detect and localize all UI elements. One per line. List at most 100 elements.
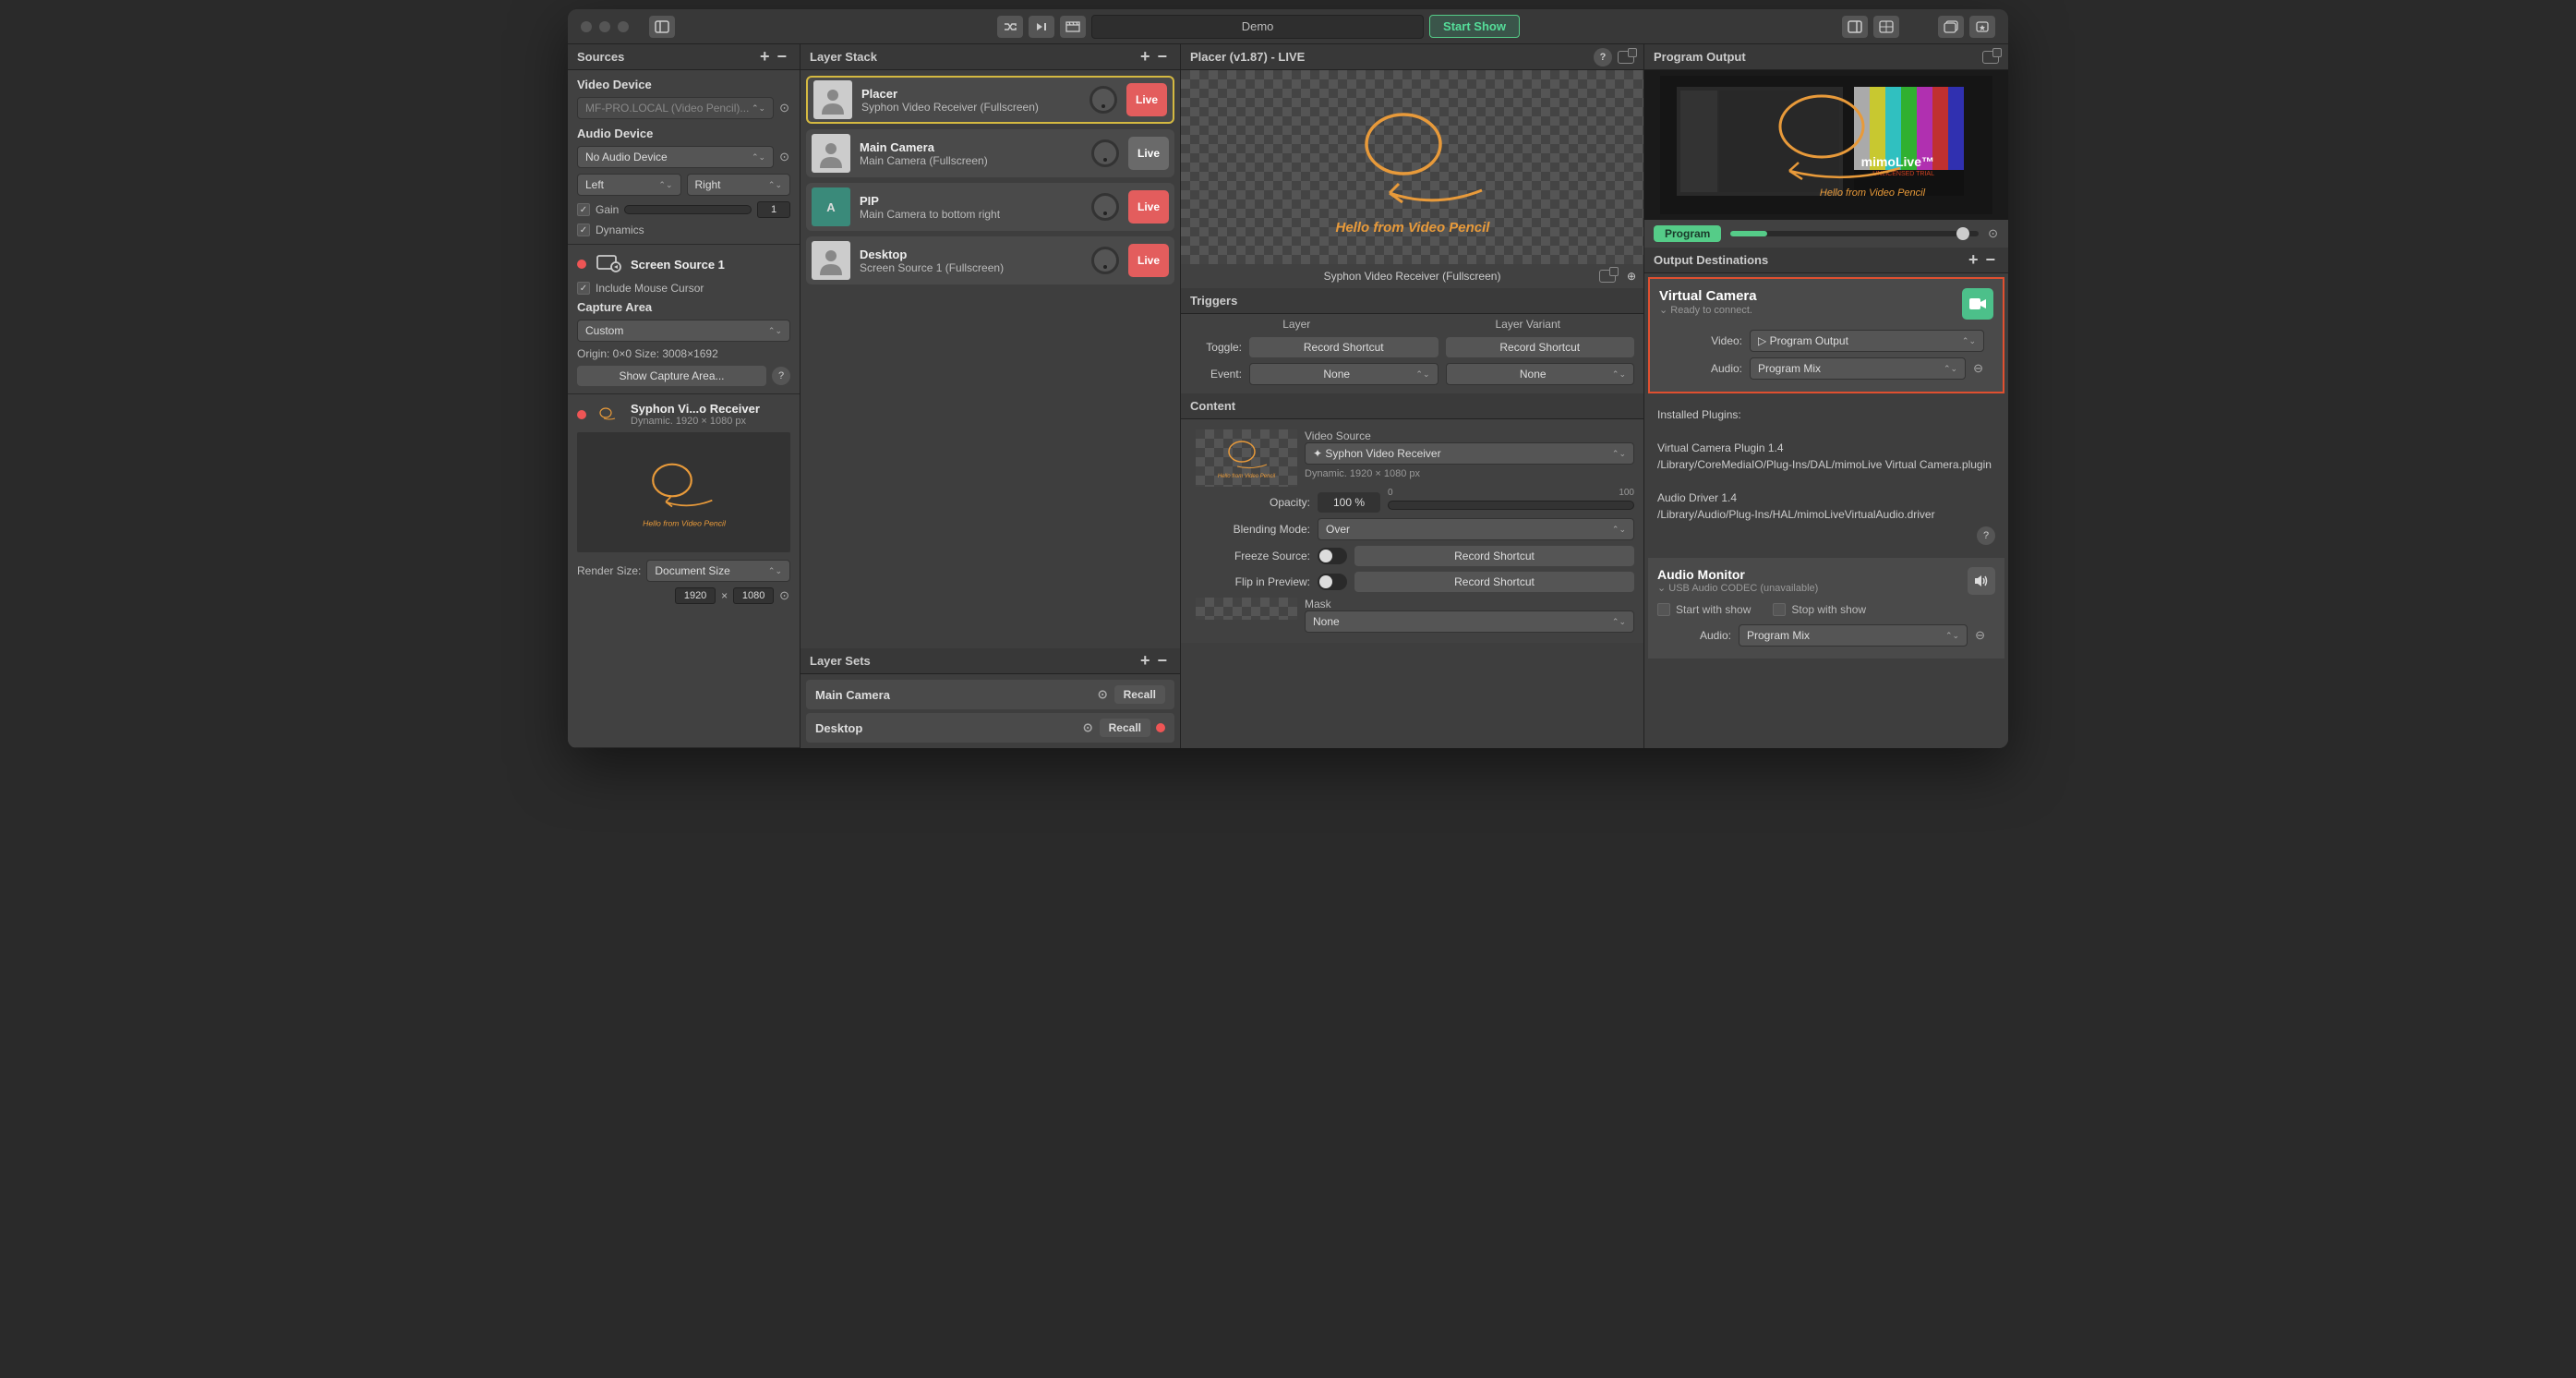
panel-icon-2[interactable] [1873, 16, 1899, 38]
help-icon[interactable]: ? [772, 367, 790, 385]
add-layer-button[interactable]: + [1137, 47, 1154, 66]
volume-knob-icon[interactable] [1089, 86, 1117, 114]
render-height[interactable] [733, 587, 774, 604]
show-capture-area-button[interactable]: Show Capture Area... [577, 366, 766, 386]
capture-area-select[interactable]: Custom⌃⌄ [577, 320, 790, 342]
layer-row[interactable]: DesktopScreen Source 1 (Fullscreen)Live [806, 236, 1174, 284]
video-source-select[interactable]: ✦ Syphon Video Receiver⌃⌄ [1305, 442, 1634, 465]
program-preview: mimoLive™ UNLICENSED TRIAL Hello from Vi… [1644, 70, 2008, 220]
volume-knob-icon[interactable] [1091, 139, 1119, 167]
volume-slider[interactable] [1730, 231, 1979, 236]
freeze-shortcut-button[interactable]: Record Shortcut [1354, 546, 1634, 566]
layer-set-row[interactable]: Main Camera⊙Recall [806, 680, 1174, 709]
gain-value[interactable] [757, 201, 790, 218]
popout-icon[interactable] [1982, 51, 1999, 64]
video-device-menu-icon[interactable]: ⊙ [779, 101, 790, 115]
recall-button[interactable]: Recall [1114, 685, 1165, 704]
panel-icon-1[interactable] [1842, 16, 1868, 38]
render-width[interactable] [675, 587, 716, 604]
audio-right-select[interactable]: Right⌃⌄ [687, 174, 791, 196]
speaker-icon[interactable] [1968, 567, 1995, 595]
recall-button[interactable]: Recall [1100, 719, 1150, 737]
render-size-select[interactable]: Document Size⌃⌄ [646, 560, 790, 582]
copy-icon[interactable] [1599, 270, 1616, 283]
mask-select[interactable]: None⌃⌄ [1305, 610, 1634, 633]
mask-label: Mask [1305, 598, 1634, 610]
opacity-value[interactable]: 100 % [1318, 492, 1380, 513]
panel-icon-3[interactable] [1938, 16, 1964, 38]
render-menu-icon[interactable]: ⊙ [779, 588, 790, 603]
vc-audio-label: Audio: [1668, 362, 1742, 375]
add-layerset-button[interactable]: + [1137, 651, 1154, 671]
remove-dest-button[interactable]: − [1981, 250, 1999, 270]
flip-shortcut-button[interactable]: Record Shortcut [1354, 572, 1634, 592]
toggle-shortcut-button[interactable]: Record Shortcut [1249, 337, 1438, 357]
start-show-button[interactable]: Start Show [1429, 15, 1520, 38]
opacity-slider[interactable] [1388, 501, 1634, 510]
layer-row[interactable]: PlacerSyphon Video Receiver (Fullscreen)… [806, 76, 1174, 124]
variant-toggle-shortcut-button[interactable]: Record Shortcut [1446, 337, 1635, 357]
shuffle-icon[interactable] [997, 16, 1023, 38]
flip-toggle[interactable] [1318, 574, 1347, 590]
freeze-toggle[interactable] [1318, 548, 1347, 564]
audio-device-select[interactable]: No Audio Device⌃⌄ [577, 146, 774, 168]
blending-select[interactable]: Over⌃⌄ [1318, 518, 1634, 540]
record-indicator-icon [577, 260, 586, 269]
output-menu-icon[interactable]: ⊙ [1988, 226, 1999, 241]
traffic-close[interactable] [581, 21, 592, 32]
video-device-select[interactable]: MF-PRO.LOCAL (Video Pencil)...⌃⌄ [577, 97, 774, 119]
remove-layer-button[interactable]: − [1153, 47, 1171, 66]
placer-preview: Hello from Video Pencil [1181, 70, 1643, 264]
gain-slider[interactable] [624, 205, 752, 214]
vc-audio-menu-icon[interactable]: ⊖ [1973, 361, 1984, 376]
monitor-audio-label: Audio: [1657, 629, 1731, 642]
layer-row[interactable]: APIPMain Camera to bottom rightLive [806, 183, 1174, 231]
traffic-max[interactable] [618, 21, 629, 32]
vc-record-button[interactable] [1962, 288, 1993, 320]
help-icon[interactable]: ? [1977, 526, 1995, 545]
help-icon[interactable]: ? [1594, 48, 1612, 66]
remove-source-button[interactable]: − [773, 47, 790, 66]
layer-row[interactable]: Main CameraMain Camera (Fullscreen)Live [806, 129, 1174, 177]
live-button[interactable]: Live [1128, 244, 1169, 277]
live-button[interactable]: Live [1128, 137, 1169, 170]
layer-set-menu-icon[interactable]: ⊙ [1098, 687, 1109, 702]
sidebar-toggle-icon[interactable] [649, 16, 675, 38]
layer-set-row[interactable]: Desktop⊙Recall [806, 713, 1174, 743]
monitor-audio-menu-icon[interactable]: ⊖ [1975, 628, 1986, 643]
stop-with-show-checkbox[interactable] [1773, 603, 1786, 616]
add-source-button[interactable]: + [756, 47, 774, 66]
live-button[interactable]: Live [1128, 190, 1169, 224]
capture-area-label: Capture Area [577, 300, 790, 314]
remove-layerset-button[interactable]: − [1153, 651, 1171, 671]
popout-icon[interactable] [1618, 51, 1634, 64]
add-variant-icon[interactable]: ⊕ [1627, 270, 1636, 283]
variant-event-select[interactable]: None⌃⌄ [1446, 363, 1635, 385]
panel-icon-4[interactable] [1969, 16, 1995, 38]
event-select[interactable]: None⌃⌄ [1249, 363, 1438, 385]
traffic-min[interactable] [599, 21, 610, 32]
start-with-show-checkbox[interactable] [1657, 603, 1670, 616]
vc-video-select[interactable]: ▷ Program Output⌃⌄ [1750, 330, 1984, 352]
add-dest-button[interactable]: + [1965, 250, 1982, 270]
vc-audio-select[interactable]: Program Mix⌃⌄ [1750, 357, 1966, 380]
layer-set-menu-icon[interactable]: ⊙ [1083, 720, 1094, 735]
record-indicator-icon [577, 410, 586, 419]
gain-checkbox[interactable] [577, 203, 590, 216]
live-button[interactable]: Live [1126, 83, 1167, 116]
play-next-icon[interactable] [1029, 16, 1054, 38]
volume-knob-icon[interactable] [1091, 247, 1119, 274]
flip-label: Flip in Preview: [1190, 575, 1310, 588]
volume-knob-icon[interactable] [1091, 193, 1119, 221]
audio-device-menu-icon[interactable]: ⊙ [779, 150, 790, 164]
syphon-title: Syphon Vi...o Receiver [631, 402, 760, 416]
audio-left-select[interactable]: Left⌃⌄ [577, 174, 681, 196]
video-source-label: Video Source [1305, 429, 1634, 442]
vc-video-label: Video: [1668, 334, 1742, 347]
include-cursor-checkbox[interactable] [577, 282, 590, 295]
dynamics-checkbox[interactable] [577, 224, 590, 236]
clapperboard-icon[interactable] [1060, 16, 1086, 38]
document-title[interactable]: Demo [1091, 15, 1424, 39]
program-pill[interactable]: Program [1654, 225, 1721, 242]
monitor-audio-select[interactable]: Program Mix⌃⌄ [1739, 624, 1968, 647]
